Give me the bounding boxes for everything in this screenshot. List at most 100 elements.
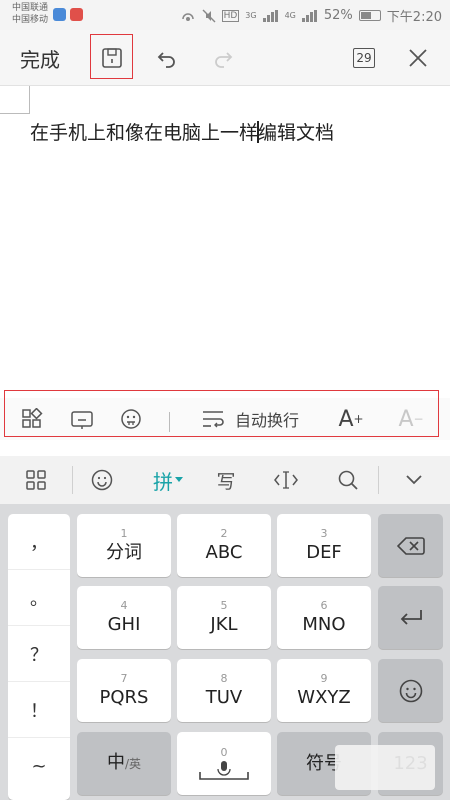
ime-search-button[interactable] bbox=[326, 456, 370, 504]
hotspot-icon bbox=[181, 12, 194, 21]
close-button[interactable] bbox=[396, 30, 440, 86]
backspace-icon bbox=[396, 536, 425, 555]
chevron-down-icon bbox=[175, 477, 183, 482]
punct-key-comma[interactable]: ， bbox=[8, 514, 70, 570]
chevron-down-icon bbox=[406, 475, 422, 485]
undo-button[interactable] bbox=[145, 30, 189, 86]
ime-divider-right bbox=[378, 466, 379, 494]
page-corner-mark bbox=[0, 86, 30, 114]
ime-emoji-button[interactable] bbox=[80, 456, 124, 504]
key-label: 分词 bbox=[106, 541, 142, 563]
text-before-cursor: 在手机上和像在电脑上一样 bbox=[30, 122, 259, 144]
hide-keyboard-button[interactable] bbox=[392, 456, 436, 504]
page-count: 29 bbox=[356, 51, 372, 65]
grid-icon bbox=[26, 470, 46, 490]
punct-key-question[interactable]: ？ bbox=[8, 626, 70, 682]
pinyin-label: 拼 bbox=[153, 469, 173, 494]
key-number: 2 bbox=[220, 526, 228, 540]
save-highlight-box bbox=[90, 34, 133, 79]
space-key[interactable]: 0 bbox=[177, 732, 271, 795]
key-1[interactable]: 1 分词 bbox=[77, 514, 171, 577]
close-icon bbox=[409, 49, 427, 67]
text-after-cursor: 编辑文档 bbox=[258, 122, 335, 144]
network-type-1: 3G bbox=[245, 11, 257, 20]
key-label: GHI bbox=[107, 613, 141, 635]
enter-icon bbox=[400, 609, 422, 625]
handwrite-mode-button[interactable]: 写 bbox=[204, 456, 248, 504]
search-icon bbox=[338, 470, 358, 490]
key-number: 1 bbox=[120, 526, 128, 540]
location-app-icon bbox=[70, 8, 83, 21]
pinyin-mode-button[interactable]: 拼 bbox=[140, 456, 196, 504]
smiley-icon bbox=[399, 679, 422, 702]
key-7[interactable]: 7 PQRS bbox=[77, 659, 171, 722]
key-6[interactable]: 6 MNO bbox=[277, 586, 371, 649]
mute-icon bbox=[202, 9, 216, 22]
key-label: PQRS bbox=[99, 686, 149, 708]
key-number: 5 bbox=[220, 598, 228, 612]
key-number: 7 bbox=[120, 671, 128, 685]
language-key-label: 中/英 bbox=[107, 751, 141, 776]
ime-toolbar: 拼 写 bbox=[0, 456, 450, 504]
backspace-key[interactable] bbox=[378, 514, 443, 577]
carrier-2: 中国移动 bbox=[12, 15, 49, 25]
key-label: JKL bbox=[210, 613, 238, 635]
signal-icon-1 bbox=[262, 9, 279, 22]
clock: 下午2:20 bbox=[386, 10, 442, 25]
key-number: 3 bbox=[320, 526, 328, 540]
key-number: 4 bbox=[120, 598, 128, 612]
key-number: 6 bbox=[320, 598, 328, 612]
punctuation-column[interactable]: ， 。 ？ ！ ~ bbox=[8, 514, 70, 800]
document-area[interactable]: 在手机上和像在电脑上一样编辑文档 bbox=[0, 86, 450, 390]
status-icons: HD 3G 4G 52% 下午2:20 bbox=[180, 6, 442, 25]
key-3[interactable]: 3 DEF bbox=[277, 514, 371, 577]
redo-button[interactable] bbox=[201, 30, 245, 86]
network-type-2: 4G bbox=[284, 11, 296, 20]
page-count-icon: 29 bbox=[353, 48, 375, 68]
key-number: 0 bbox=[220, 745, 228, 759]
battery-percent: 52% bbox=[323, 8, 353, 23]
key-label: MNO bbox=[302, 613, 346, 635]
notification-app-icon bbox=[53, 8, 66, 21]
punct-key-period[interactable]: 。 bbox=[8, 570, 70, 626]
enter-key[interactable] bbox=[378, 586, 443, 649]
signal-icon-2 bbox=[301, 9, 318, 22]
ime-menu-button[interactable] bbox=[14, 456, 58, 504]
carrier-labels: 中国联通 中国移动 bbox=[12, 2, 48, 26]
key-label: DEF bbox=[306, 541, 342, 563]
key-label: WXYZ bbox=[297, 686, 351, 708]
carrier-1: 中国联通 bbox=[12, 3, 49, 13]
key-5[interactable]: 5 JKL bbox=[177, 586, 271, 649]
punct-key-tilde[interactable]: ~ bbox=[8, 738, 70, 794]
emoji-key[interactable] bbox=[378, 659, 443, 722]
cursor-move-button[interactable] bbox=[264, 456, 308, 504]
voice-space-icon bbox=[199, 760, 249, 780]
smiley-icon bbox=[91, 469, 113, 491]
key-9[interactable]: 9 WXYZ bbox=[277, 659, 371, 722]
language-key-primary: 中 bbox=[106, 752, 125, 773]
format-highlight-box bbox=[4, 390, 439, 437]
undo-icon bbox=[157, 52, 175, 68]
hd-badge: HD bbox=[221, 9, 240, 22]
watermark-overlay bbox=[335, 745, 435, 790]
handwrite-label: 写 bbox=[216, 470, 236, 493]
language-key-secondary: /英 bbox=[124, 757, 142, 771]
key-label: TUV bbox=[205, 686, 243, 708]
key-8[interactable]: 8 TUV bbox=[177, 659, 271, 722]
key-label: ABC bbox=[205, 541, 243, 563]
punct-key-exclaim[interactable]: ！ bbox=[8, 682, 70, 738]
page-count-button[interactable]: 29 bbox=[342, 30, 386, 86]
ime-divider-left bbox=[72, 466, 73, 494]
document-text[interactable]: 在手机上和像在电脑上一样编辑文档 bbox=[30, 118, 334, 145]
status-bar: 中国联通 中国移动 HD 3G 4G 52% 下午2:20 bbox=[0, 0, 450, 30]
battery-icon bbox=[358, 10, 381, 21]
language-switch-key[interactable]: 中/英 bbox=[77, 732, 171, 795]
done-button[interactable]: 完成 bbox=[20, 44, 60, 73]
editor-toolbar: 完成 29 bbox=[0, 30, 450, 86]
redo-icon bbox=[215, 52, 233, 68]
key-4[interactable]: 4 GHI bbox=[77, 586, 171, 649]
key-2[interactable]: 2 ABC bbox=[177, 514, 271, 577]
key-number: 8 bbox=[220, 671, 228, 685]
cursor-move-icon bbox=[274, 471, 298, 489]
key-number: 9 bbox=[320, 671, 328, 685]
